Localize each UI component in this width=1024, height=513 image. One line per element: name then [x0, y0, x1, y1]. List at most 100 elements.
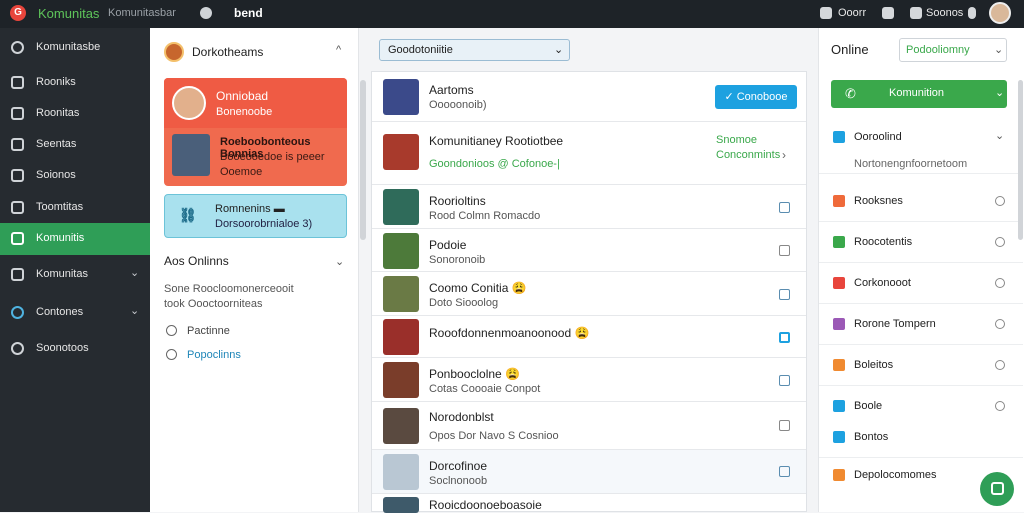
tag-icon[interactable] — [910, 7, 922, 19]
option-2[interactable]: Popoclinns — [166, 349, 241, 361]
app-brand[interactable]: Komunitas — [38, 6, 99, 21]
list-item[interactable]: Ponbooclolne 😩 Cotas Coooaie Conpot — [372, 358, 806, 402]
list-item[interactable]: Podoie Sonoronoib — [372, 229, 806, 272]
sidebar-item-3[interactable]: Roonitas — [0, 98, 150, 128]
sidebar-item-7-active[interactable]: Komunitis — [0, 223, 150, 255]
online-item[interactable]: Rooksnes — [819, 182, 1023, 222]
checkbox[interactable] — [779, 245, 790, 256]
item-label: Ooroolind — [854, 131, 902, 143]
app-logo[interactable]: G — [10, 5, 26, 21]
featured-card[interactable]: Onniobad Bonenoobe Roeboobonteous Bonnia… — [164, 78, 347, 186]
sidebar-item-1[interactable]: Komunitasbe — [0, 32, 150, 62]
list-item[interactable]: Roorioltins Rood Colmn Romacdo — [372, 185, 806, 229]
sidebar-item-5[interactable]: Soionos — [0, 160, 150, 190]
topbar-link-2[interactable]: Soonos — [926, 7, 963, 19]
list-item[interactable]: Dorcofinoe Soclnonoob — [372, 450, 806, 494]
game-thumbnail[interactable] — [172, 134, 210, 176]
online-item[interactable]: Bontos — [819, 418, 1023, 458]
user-icon — [11, 76, 24, 89]
game-desc-2: Ooemoe — [220, 166, 263, 178]
radio-icon[interactable] — [995, 278, 1005, 288]
row-sub: Cotas Coooaie Conpot — [429, 383, 541, 395]
chevron-down-icon[interactable]: ⌄ — [130, 304, 139, 317]
list-item[interactable]: Norodonblst Opos Dor Navo S Cosnioo — [372, 402, 806, 450]
checkbox[interactable] — [779, 332, 790, 343]
sidebar-item-label: Komunitas — [36, 268, 88, 280]
chat-fab-button[interactable] — [980, 472, 1014, 506]
chevron-down-icon[interactable]: ⌄ — [130, 266, 139, 279]
follow-button[interactable]: ✓ Conobooe — [715, 85, 797, 109]
grid-icon — [11, 268, 24, 281]
featured-row[interactable]: Komunitianey Rootiotbee Goondonioos @ Co… — [372, 122, 806, 185]
scrollbar[interactable] — [1018, 80, 1023, 240]
game-thumbnail — [383, 454, 419, 490]
sidebar-item-2[interactable]: Rooniks — [0, 67, 150, 97]
checkbox[interactable] — [779, 289, 790, 300]
game-thumbnail — [383, 276, 419, 312]
chevron-right-icon[interactable]: › — [782, 148, 786, 162]
member-avatar[interactable] — [172, 86, 206, 120]
sidebar-item-8[interactable]: Komunitas ⌄ — [0, 259, 150, 289]
gauge-icon — [11, 41, 24, 54]
filter-dropdown[interactable]: Goodotoniitie ⌄ — [379, 39, 570, 61]
topbar-link-1[interactable]: Ooorr — [838, 7, 866, 19]
online-item[interactable]: Rorone Tompern — [819, 305, 1023, 345]
scrollbar[interactable] — [360, 80, 366, 240]
row-title: Roorioltins — [429, 194, 486, 208]
featured-link-2[interactable]: Conconmints — [716, 149, 780, 161]
radio-icon[interactable] — [995, 360, 1005, 370]
list-item[interactable]: Coomo Conitia 😩 Doto Siooolog — [372, 272, 806, 316]
sidebar-item-9[interactable]: Contones ⌄ — [0, 297, 150, 327]
bookmark-icon[interactable] — [882, 7, 894, 19]
back-nav-icon[interactable] — [200, 7, 212, 19]
link-icon: ⛓ — [179, 207, 197, 223]
sidebar-item-6[interactable]: Toomtitas — [0, 192, 150, 222]
chevron-down-icon[interactable]: ⌄ — [335, 255, 344, 268]
option-label: Pactinne — [187, 325, 230, 337]
online-item[interactable]: Boleitos — [819, 346, 1023, 386]
sidebar-item-label: Toomtitas — [36, 201, 84, 213]
checkbox[interactable] — [779, 420, 790, 431]
join-button[interactable]: ✆ Komunition ⌄ — [831, 80, 1007, 108]
sidebar-item-10[interactable]: Soonotoos — [0, 333, 150, 363]
game-thumbnail — [383, 362, 419, 398]
radio-icon[interactable] — [995, 237, 1005, 247]
edit-icon[interactable] — [820, 7, 832, 19]
online-select[interactable]: Podooliomny ⌄ — [899, 38, 1007, 62]
bell-icon[interactable] — [968, 7, 976, 19]
item-label: Bontos — [854, 431, 889, 443]
radio-icon — [166, 325, 177, 336]
member-name: Onniobad — [216, 89, 269, 103]
item-icon — [833, 359, 845, 371]
top-bar: G Komunitas Komunitasbar bend Ooorr Soon… — [0, 0, 1024, 28]
row-sub: Sonoronoib — [429, 254, 486, 266]
row-title: Komunitianey Rootiotbee — [429, 134, 564, 148]
user-avatar[interactable] — [989, 2, 1011, 24]
topbar-word[interactable]: bend — [234, 6, 263, 20]
radio-icon[interactable] — [995, 196, 1005, 206]
community-avatar[interactable] — [164, 42, 184, 62]
game-list: Aartoms Ooooonoib) ✓ Conobooe Komunitian… — [371, 71, 807, 513]
checkbox[interactable] — [779, 466, 790, 477]
info-card[interactable]: ⛓ Romnenins ▬ Dorsoorobrnialoe 3) — [164, 194, 347, 238]
featured-link-1[interactable]: Snomoe — [716, 134, 757, 146]
item-icon — [833, 469, 845, 481]
online-item[interactable]: Corkonooot — [819, 264, 1023, 304]
chevron-down-icon[interactable]: ⌄ — [995, 129, 1004, 142]
online-item[interactable]: Roocotentis — [819, 223, 1023, 263]
radio-icon[interactable] — [995, 401, 1005, 411]
list-item[interactable]: Rooofdonnenmoanoonood 😩 — [372, 316, 806, 358]
list-header-row[interactable]: Aartoms Ooooonoib) ✓ Conobooe — [372, 72, 806, 122]
chevron-up-icon[interactable]: ^ — [336, 44, 341, 56]
checkbox[interactable] — [779, 375, 790, 386]
row-sub: Goondonioos @ Cofonoe-| — [429, 158, 560, 170]
app-subtitle: Komunitasbar — [108, 7, 176, 19]
item-label: Roocotentis — [854, 236, 913, 248]
option-1[interactable]: Pactinne — [166, 325, 230, 337]
radio-icon[interactable] — [995, 319, 1005, 329]
list-item[interactable]: Rooicdoonoeboasoie — [372, 494, 806, 513]
item-icon — [833, 131, 845, 143]
community-panel: Dorkotheams ^ Onniobad Bonenoobe Roeboob… — [150, 28, 359, 512]
sidebar-item-4[interactable]: Seentas — [0, 129, 150, 159]
checkbox[interactable] — [779, 202, 790, 213]
